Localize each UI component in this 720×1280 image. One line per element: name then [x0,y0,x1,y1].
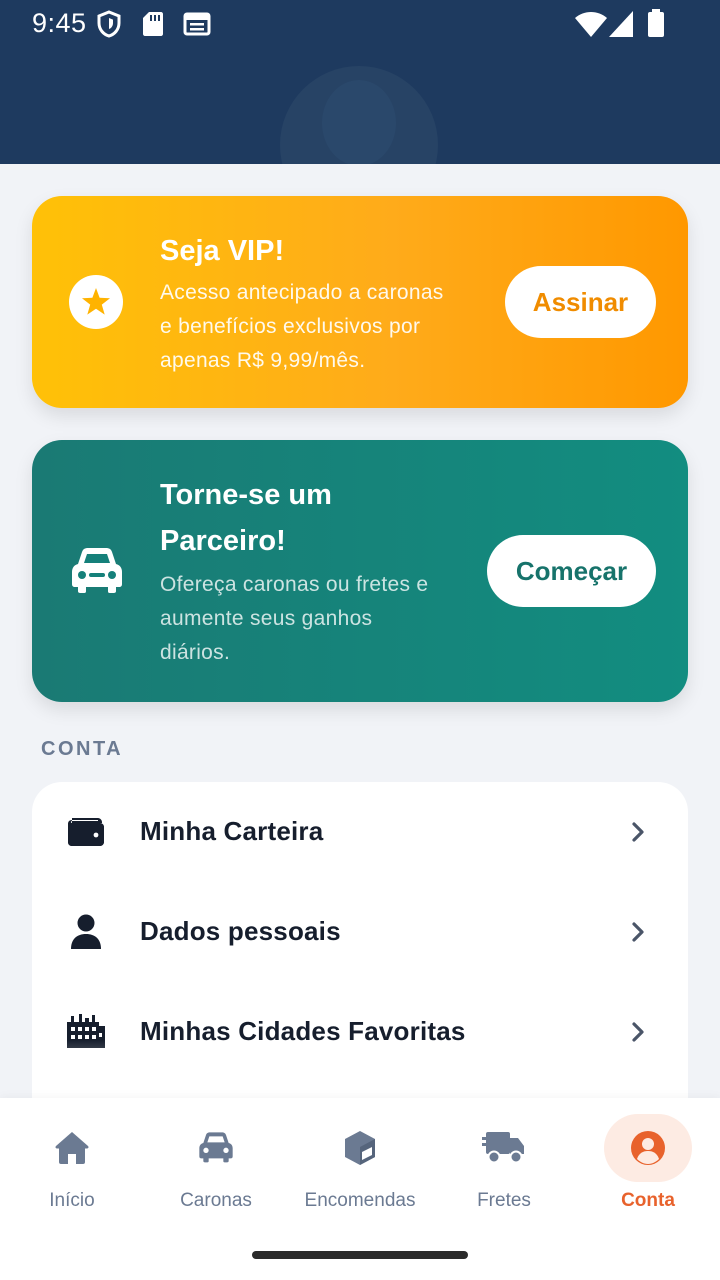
home-indicator[interactable] [252,1251,468,1259]
box-icon [345,1131,375,1165]
vip-icon-badge [69,275,123,329]
nav-item-parcels[interactable]: Encomendas [288,1098,432,1228]
home-icon [55,1132,89,1164]
shield-icon [97,10,121,38]
car-icon [199,1132,233,1163]
battery-icon [648,9,664,37]
sd-card-icon [143,12,163,36]
chevron-right-icon [632,922,644,942]
wifi-icon [575,12,607,37]
partner-title: Torne-se um Parceiro! [160,479,332,557]
partner-card: Torne-se um Parceiro! Ofereça caronas ou… [32,440,688,702]
profile-header: 9:45 [0,0,720,164]
account-circle-icon [631,1131,665,1165]
menu-item-label: Dados pessoais [140,916,341,946]
nav-item-home[interactable]: Início [0,1098,144,1228]
star-icon [82,288,110,315]
scroll-fade [32,1040,688,1100]
nav-item-account[interactable]: Conta [576,1098,720,1228]
vip-card: Seja VIP! Acesso antecipado a caronas e … [32,196,688,408]
menu-item-personal-data[interactable]: Dados pessoais [32,882,688,982]
vip-title: Seja VIP! [160,235,285,267]
chevron-right-icon [632,822,644,842]
calendar-icon [183,12,211,36]
wallet-icon [68,818,104,846]
truck-icon [482,1132,524,1164]
car-icon [72,548,122,593]
status-time: 9:45 [32,8,87,38]
nav-item-freight[interactable]: Fretes [432,1098,576,1228]
nav-label: Início [49,1190,95,1211]
vip-description: Acesso antecipado a caronas e benefícios… [160,281,444,372]
nav-item-rides[interactable]: Caronas [144,1098,288,1228]
nav-label: Caronas [180,1190,252,1211]
nav-label: Fretes [477,1190,531,1211]
subscribe-button[interactable]: Assinar [505,266,656,338]
nav-label: Encomendas [304,1190,416,1211]
partner-description: Ofereça caronas ou fretes e aumente seus… [160,573,429,664]
nav-label: Conta [621,1190,675,1211]
section-label-account: CONTA [41,738,124,760]
start-partner-button[interactable]: Começar [487,535,656,607]
user-icon [71,914,101,949]
menu-item-label: Minha Carteira [140,816,324,846]
avatar[interactable] [280,66,438,164]
signal-icon [609,11,633,37]
menu-item-wallet[interactable]: Minha Carteira [32,782,688,882]
